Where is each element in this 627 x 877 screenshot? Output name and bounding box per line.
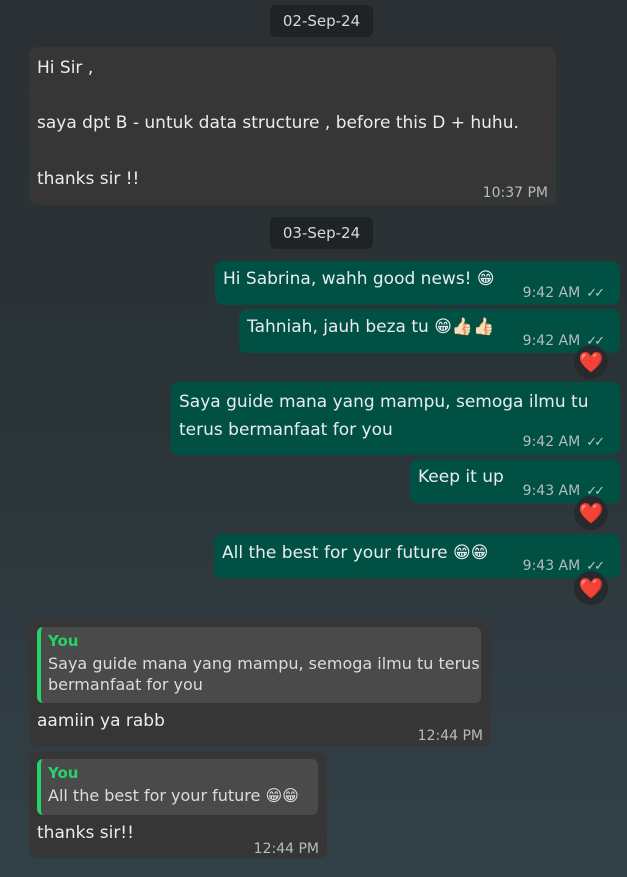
outgoing-message[interactable]: Tahniah, jauh beza tu 😁👍🏻👍🏻 9:42 AM ✓✓ (239, 309, 620, 353)
double-check-icon: ✓✓ (586, 435, 605, 450)
date-separator: 03-Sep-24 (270, 217, 373, 249)
message-text: thanks sir!! (37, 823, 134, 843)
quote-author: You (48, 764, 79, 782)
heart-reaction-icon[interactable]: ❤️ (574, 571, 608, 605)
quote-author: You (48, 632, 79, 650)
message-text: terus bermanfaat for you (179, 420, 393, 440)
quote-text: All the best for your future 😁😁 (48, 786, 299, 805)
message-time: 10:37 PM (482, 185, 548, 201)
incoming-reply-message[interactable]: You Saya guide mana yang mampu, semoga i… (29, 619, 491, 746)
quoted-message[interactable]: You Saya guide mana yang mampu, semoga i… (37, 627, 481, 703)
message-text: Hi Sabrina, wahh good news! 😁 (223, 269, 495, 289)
time-label: 9:43 AM (522, 483, 581, 499)
heart-reaction-icon[interactable]: ❤️ (574, 496, 608, 530)
reaction-emoji: ❤️ (578, 350, 604, 374)
time-label: 9:43 AM (522, 558, 581, 574)
reaction-emoji: ❤️ (578, 501, 604, 525)
message-text: aamiin ya rabb (37, 711, 165, 731)
outgoing-message[interactable]: Hi Sabrina, wahh good news! 😁 9:42 AM ✓✓ (215, 261, 620, 305)
message-text: All the best for your future 😁😁 (222, 543, 489, 563)
double-check-icon: ✓✓ (586, 286, 605, 301)
heart-reaction-icon[interactable]: ❤️ (574, 345, 608, 379)
quote-text: bermanfaat for you (48, 675, 203, 694)
quote-text: Saya guide mana yang mampu, semoga ilmu … (48, 654, 480, 673)
date-separator: 02-Sep-24 (270, 5, 373, 37)
message-time: 12:44 PM (253, 841, 319, 857)
outgoing-message[interactable]: Saya guide mana yang mampu, semoga ilmu … (171, 382, 620, 455)
time-label: 9:42 AM (522, 333, 581, 349)
quoted-message[interactable]: You All the best for your future 😁😁 (37, 759, 318, 815)
message-text: Keep it up (418, 467, 504, 487)
outgoing-message[interactable]: All the best for your future 😁😁 9:43 AM ✓… (214, 534, 620, 578)
message-time: 12:44 PM (417, 728, 483, 744)
message-time: 9:42 AM ✓✓ (522, 428, 605, 457)
date-label: 03-Sep-24 (282, 224, 361, 242)
message-text: saya dpt B - untuk data structure , befo… (37, 113, 519, 133)
time-label: 9:42 AM (522, 434, 581, 450)
message-text: Hi Sir , (37, 58, 94, 78)
message-text: Saya guide mana yang mampu, semoga ilmu … (179, 392, 589, 412)
message-text: thanks sir !! (37, 169, 140, 189)
message-text: Tahniah, jauh beza tu 😁👍🏻👍🏻 (247, 317, 495, 337)
reaction-emoji: ❤️ (578, 576, 604, 600)
date-label: 02-Sep-24 (282, 12, 361, 30)
incoming-reply-message[interactable]: You All the best for your future 😁😁 than… (29, 752, 327, 858)
incoming-message[interactable]: Hi Sir , saya dpt B - untuk data structu… (29, 47, 556, 205)
message-time: 9:42 AM ✓✓ (522, 279, 605, 308)
time-label: 9:42 AM (522, 285, 581, 301)
